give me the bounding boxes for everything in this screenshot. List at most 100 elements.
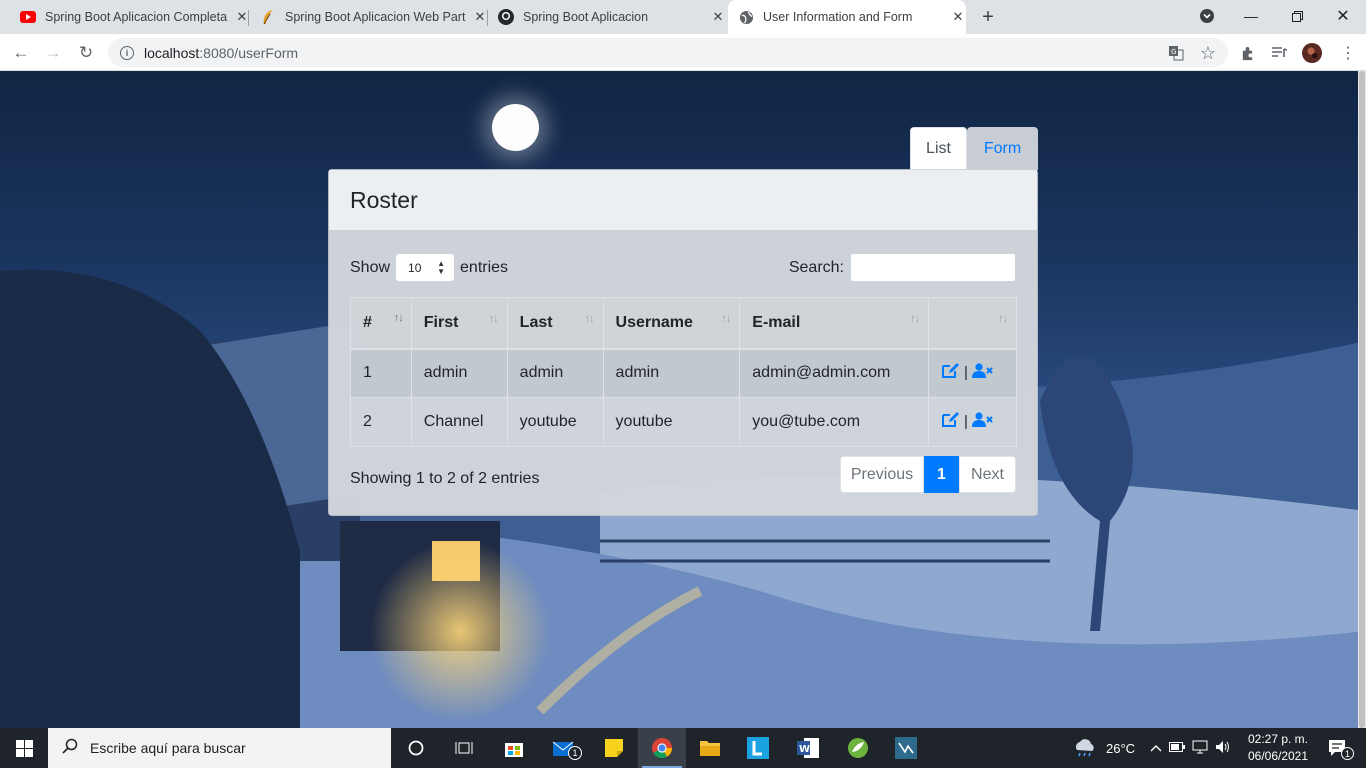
page-scrollbar[interactable] (1358, 71, 1366, 728)
taskbar-search-placeholder: Escribe aquí para buscar (90, 740, 246, 756)
column-header-first[interactable]: First ↑↓ (410, 297, 508, 350)
volume-icon[interactable] (1215, 740, 1231, 757)
close-window-button[interactable]: ✕ (1320, 0, 1366, 32)
minimize-button[interactable]: — (1228, 0, 1274, 32)
delete-user-icon[interactable] (971, 363, 994, 382)
cell-username: youtube (602, 397, 741, 447)
task-view-icon[interactable] (440, 728, 488, 768)
browser-tab-1[interactable]: Spring Boot Aplicacion Completa ✕ (12, 0, 250, 34)
close-tab-icon[interactable]: ✕ (472, 9, 488, 25)
column-header-id[interactable]: # ↑↓ (350, 297, 412, 350)
forward-button[interactable]: → (41, 41, 65, 65)
edit-icon[interactable] (941, 411, 960, 432)
column-header-last[interactable]: Last ↑↓ (506, 297, 604, 350)
media-control-icon[interactable] (1269, 43, 1289, 63)
row-actions: | (941, 362, 994, 383)
temperature: 26°C (1106, 740, 1136, 756)
spring-tool-suite-icon[interactable] (834, 728, 882, 768)
moon (492, 104, 539, 151)
column-header-label: First (423, 313, 459, 331)
column-header-actions[interactable]: ↑↓ (928, 297, 1017, 350)
select-arrows-icon: ▲ ▼ (437, 259, 446, 276)
search-input[interactable] (850, 253, 1016, 282)
table-row: 2 Channel youtube youtube you@tube.com | (350, 397, 1017, 447)
battery-icon[interactable] (1169, 741, 1185, 755)
cell-actions: | (928, 348, 1017, 398)
column-header-username[interactable]: Username ↑↓ (602, 297, 741, 350)
cell-actions: | (928, 397, 1017, 447)
chevron-up-icon[interactable] (1150, 741, 1162, 755)
table-row: 1 admin admin admin admin@admin.com | (350, 348, 1017, 398)
browser-tab-4-active[interactable]: User Information and Form ✕ (728, 0, 966, 34)
windows-logo-icon (15, 739, 33, 757)
new-tab-button[interactable]: + (978, 6, 998, 28)
address-bar[interactable]: i localhost:8080/userForm (108, 38, 1228, 67)
tab-form[interactable]: Form (967, 127, 1038, 170)
close-tab-icon[interactable]: ✕ (710, 9, 726, 25)
pagination: Previous 1 Next (840, 456, 1016, 493)
file-explorer-icon[interactable] (686, 728, 734, 768)
action-separator: | (964, 364, 968, 382)
reload-button[interactable]: ↻ (74, 41, 98, 65)
mail-icon[interactable]: 1 (540, 728, 588, 768)
lexicon-app-icon[interactable] (734, 728, 782, 768)
tab-title: Spring Boot Aplicacion (523, 10, 649, 24)
delete-user-icon[interactable] (971, 412, 994, 431)
network-icon[interactable] (1192, 740, 1208, 757)
sticky-notes-icon[interactable] (590, 728, 638, 768)
entries-select[interactable]: 10 ▲ ▼ (395, 253, 456, 282)
word-icon[interactable]: W (784, 728, 832, 768)
close-tab-icon[interactable]: ✕ (950, 9, 966, 25)
cell-first: Channel (410, 397, 508, 447)
url-text: localhost:8080/userForm (144, 45, 298, 61)
cell-id: 2 (350, 397, 412, 447)
site-info-icon[interactable]: i (120, 45, 134, 60)
store-icon[interactable] (490, 728, 538, 768)
taskbar-search-box[interactable]: Escribe aquí para buscar (48, 728, 391, 768)
profile-avatar[interactable] (1302, 43, 1322, 63)
notification-center-icon[interactable]: 1 (1320, 728, 1356, 768)
tab-separator (248, 10, 249, 26)
back-button[interactable]: ← (9, 41, 33, 65)
page-1-button[interactable]: 1 (924, 456, 959, 493)
extensions-icon[interactable] (1237, 43, 1257, 63)
tab-title: Spring Boot Aplicacion Completa (45, 10, 228, 24)
next-page-button[interactable]: Next (959, 456, 1016, 493)
svg-text:W: W (799, 744, 810, 755)
tab-title: Spring Boot Aplicacion Web Parte (285, 10, 466, 24)
start-button[interactable] (0, 728, 48, 768)
sort-icon: ↑↓ (721, 313, 731, 325)
tab-separator (487, 10, 488, 26)
cortana-icon[interactable] (392, 728, 440, 768)
browser-tab-2[interactable]: Spring Boot Aplicacion Web Parte ✕ (252, 0, 488, 34)
weather-widget[interactable]: 26°C (1072, 728, 1135, 768)
url-path: :8080/userForm (199, 44, 299, 61)
chrome-menu-icon[interactable]: ⋮ (1338, 43, 1358, 63)
column-header-label: E-mail (752, 313, 801, 331)
chrome-icon[interactable] (638, 728, 686, 768)
mysql-workbench-icon[interactable] (882, 728, 930, 768)
bookmark-star-icon[interactable]: ☆ (1198, 43, 1218, 63)
clock[interactable]: 02:27 p. m. 06/06/2021 (1244, 731, 1312, 765)
translate-icon[interactable]: G (1166, 43, 1186, 63)
sort-icon: ↑↓ (584, 313, 595, 325)
mail-badge: 1 (568, 746, 582, 760)
windows-taskbar: Escribe aquí para buscar 1 W 26°C 02:27 … (0, 728, 1366, 768)
clock-time: 02:27 p. m. (1247, 732, 1309, 746)
github-icon (498, 9, 514, 25)
tab-search-icon[interactable] (1184, 0, 1230, 32)
edit-icon[interactable] (941, 362, 960, 383)
search-label: Search: (788, 258, 844, 276)
browser-tab-3[interactable]: Spring Boot Aplicacion ✕ (490, 0, 726, 34)
previous-page-button[interactable]: Previous (840, 456, 924, 493)
cell-first: admin (410, 348, 508, 398)
search-icon (62, 738, 78, 759)
scrollbar-thumb[interactable] (1359, 71, 1365, 728)
restore-button[interactable] (1274, 0, 1320, 32)
sort-icon: ↑↓ (910, 313, 920, 325)
tab-list[interactable]: List (910, 127, 967, 170)
column-header-label: Last (519, 313, 553, 331)
column-header-email[interactable]: E-mail ↑↓ (739, 297, 930, 350)
svg-text:G: G (1171, 48, 1176, 56)
sort-icon: ↑↓ (393, 312, 404, 324)
